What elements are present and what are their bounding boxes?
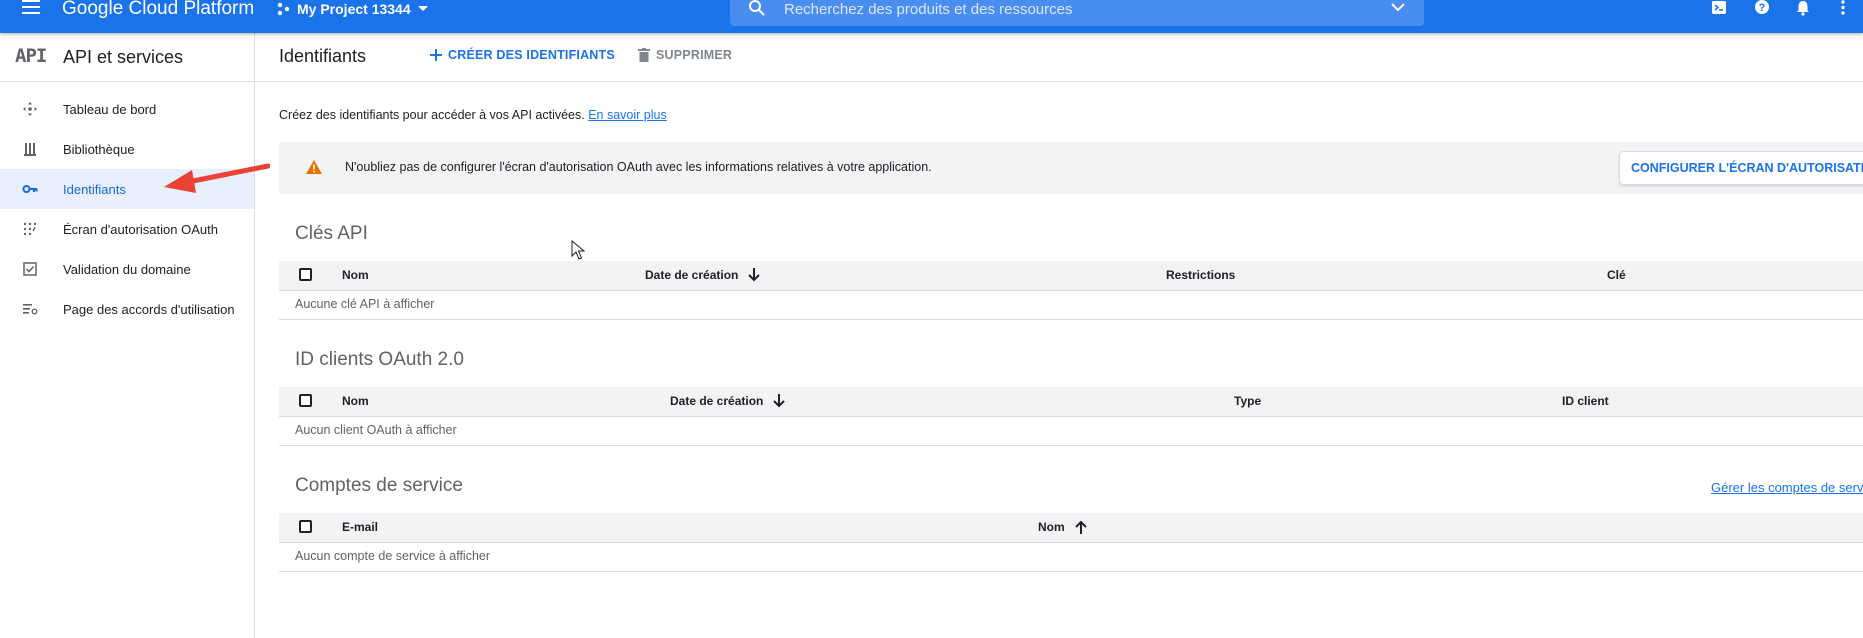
select-all-checkbox[interactable] (299, 394, 312, 407)
api-keys-empty-row: Aucune clé API à afficher (279, 291, 1863, 320)
column-header[interactable]: Nom (342, 268, 369, 282)
column-header[interactable]: Clé (1607, 268, 1626, 282)
project-selector[interactable]: My Project 13344 (277, 0, 429, 18)
create-credentials-button[interactable]: CRÉER DES IDENTIFIANTS (430, 48, 615, 62)
project-name: My Project 13344 (297, 1, 411, 17)
menu-icon[interactable] (22, 0, 44, 18)
sidebar-header: API API et services (0, 33, 254, 82)
key-icon (22, 185, 38, 193)
trash-icon (638, 48, 650, 62)
page-title: Identifiants (279, 46, 367, 66)
column-header-label: Date de création (670, 394, 764, 408)
sidebar-title: API et services (63, 47, 184, 67)
column-header[interactable]: Restrictions (1166, 268, 1235, 282)
delete-button[interactable]: SUPPRIMER (638, 48, 732, 62)
oauth-clients-table-header: Nom Date de création Type ID client (279, 387, 1863, 417)
delete-label: SUPPRIMER (656, 48, 733, 62)
manage-service-accounts-link[interactable]: Gérer les comptes de service (1711, 480, 1863, 495)
column-header[interactable]: ID client (1562, 394, 1609, 408)
column-header-sortable[interactable]: Date de création (645, 268, 761, 282)
page-header: Identifiants CRÉER DES IDENTIFIANTS SUPP… (255, 33, 1863, 82)
empty-message: Aucun compte de service à afficher (295, 549, 491, 563)
intro-text: Créez des identifiants pour accéder à vo… (279, 108, 667, 122)
mouse-cursor-icon (571, 240, 585, 260)
create-credentials-label: CRÉER DES IDENTIFIANTS (448, 48, 615, 62)
list-settings-icon (23, 304, 38, 315)
chevron-down-icon (417, 6, 428, 11)
column-header[interactable]: Nom (342, 394, 369, 408)
arrow-down-icon (773, 394, 786, 408)
intro-message: Créez des identifiants pour accéder à vo… (279, 108, 585, 122)
search-icon (749, 0, 765, 16)
column-header-label: Nom (1038, 520, 1065, 534)
top-app-bar: Google Cloud Platform My Project 13344 R… (0, 0, 1863, 33)
dashboard-icon (23, 102, 37, 116)
oauth-warning-banner: N'oubliez pas de configurer l'écran d'au… (279, 142, 1863, 194)
checkbox-icon (23, 262, 37, 276)
empty-message: Aucune clé API à afficher (295, 297, 435, 311)
sidebar-item-label: Écran d'autorisation OAuth (63, 221, 218, 237)
sidebar-item-oauth-consent[interactable]: Écran d'autorisation OAuth (0, 209, 254, 249)
column-header[interactable]: E-mail (342, 520, 378, 534)
project-dots-icon (277, 2, 290, 16)
sidebar-item-domain-verification[interactable]: Validation du domaine (0, 249, 254, 289)
search-chevron-icon[interactable] (1390, 2, 1406, 12)
warning-icon (306, 160, 322, 174)
help-icon[interactable]: ? (1753, 0, 1771, 17)
sidebar-item-usage-agreements[interactable]: Page des accords d'utilisation (0, 289, 254, 329)
section-title-api-keys: Clés API (295, 223, 368, 244)
more-vert-icon[interactable] (1834, 0, 1852, 17)
service-accounts-table-header: E-mail Nom (279, 513, 1863, 543)
arrow-up-icon (1074, 520, 1087, 534)
sidebar: API API et services Tableau de bord Bibl… (0, 33, 255, 638)
select-all-checkbox[interactable] (299, 268, 312, 281)
sidebar-item-label: Identifiants (63, 181, 126, 197)
sidebar-item-label: Validation du domaine (63, 261, 191, 277)
column-header[interactable]: Type (1234, 394, 1261, 408)
plus-icon (430, 49, 442, 61)
arrow-down-icon (748, 268, 761, 282)
sidebar-item-label: Bibliothèque (63, 141, 135, 157)
app-title[interactable]: Google Cloud Platform (62, 0, 254, 20)
service-accounts-empty-row: Aucun compte de service à afficher (279, 543, 1863, 572)
api-logo: API (15, 45, 47, 67)
oauth-consent-icon (23, 222, 37, 236)
search-bar[interactable]: Recherchez des produits et des ressource… (730, 0, 1424, 26)
column-header-sortable[interactable]: Nom (1038, 520, 1087, 534)
empty-message: Aucun client OAuth à afficher (295, 423, 457, 437)
library-icon (24, 143, 36, 156)
search-input[interactable]: Recherchez des produits et des ressource… (784, 1, 1072, 18)
section-title-oauth-clients: ID clients OAuth 2.0 (295, 349, 464, 370)
configure-consent-screen-button[interactable]: CONFIGURER L'ÉCRAN D'AUTORISATION (1619, 151, 1863, 185)
banner-message: N'oubliez pas de configurer l'écran d'au… (345, 160, 932, 174)
select-all-checkbox[interactable] (299, 520, 312, 533)
section-title-service-accounts: Comptes de service (295, 475, 463, 496)
oauth-clients-empty-row: Aucun client OAuth à afficher (279, 417, 1863, 446)
annotation-arrow-icon (164, 163, 270, 193)
column-header-sortable[interactable]: Date de création (670, 394, 786, 408)
column-header-label: Date de création (645, 268, 739, 282)
learn-more-link[interactable]: En savoir plus (588, 108, 667, 122)
cloud-shell-icon[interactable] (1710, 0, 1728, 17)
sidebar-item-label: Page des accords d'utilisation (63, 301, 235, 317)
api-keys-table-header: Nom Date de création Restrictions Clé (279, 261, 1863, 291)
svg-text:?: ? (1759, 2, 1766, 14)
notifications-icon[interactable] (1794, 0, 1812, 17)
sidebar-item-dashboard[interactable]: Tableau de bord (0, 89, 254, 129)
sidebar-item-label: Tableau de bord (63, 101, 157, 117)
